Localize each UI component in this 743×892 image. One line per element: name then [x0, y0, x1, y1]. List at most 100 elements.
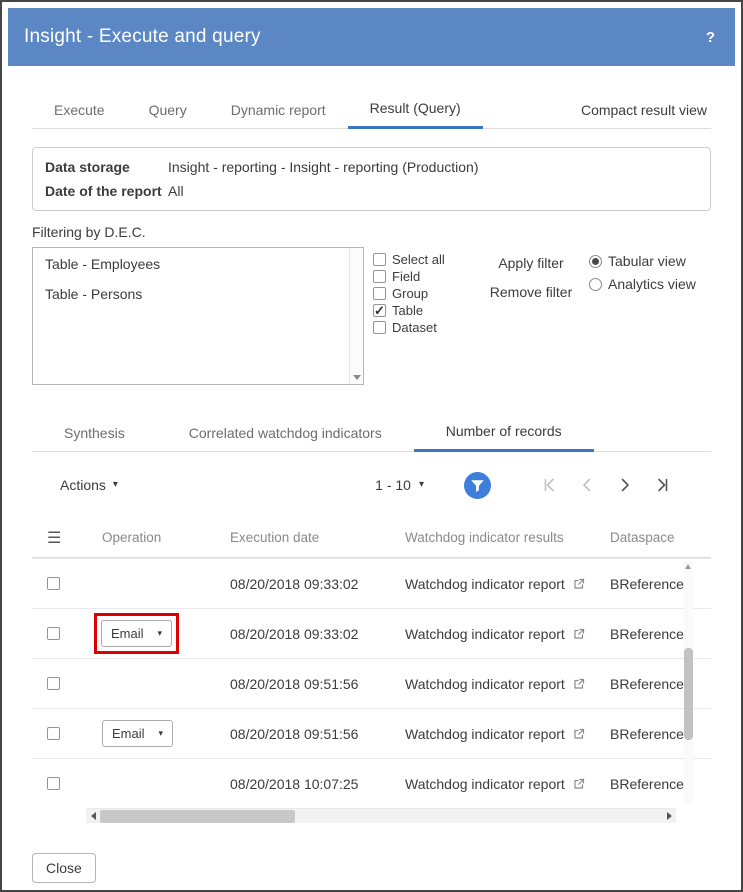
table-checkbox[interactable] — [373, 304, 386, 317]
table-row: Email ▾ 08/20/2018 09:33:02 Watchdog ind… — [32, 608, 711, 658]
dialog-title: Insight - Execute and query — [24, 26, 261, 48]
tab-query[interactable]: Query — [127, 94, 209, 128]
caret-down-icon: ▾ — [419, 480, 424, 490]
close-button[interactable]: Close — [32, 853, 96, 883]
tab-synthesis[interactable]: Synthesis — [32, 417, 157, 451]
last-page-button[interactable] — [655, 477, 671, 493]
table-row: 08/20/2018 09:51:56 Watchdog indicator r… — [32, 658, 711, 708]
checkbox-label: Field — [392, 268, 420, 285]
tab-number-of-records[interactable]: Number of records — [414, 415, 594, 452]
watchdog-report-link[interactable]: Watchdog indicator report — [405, 626, 565, 642]
next-page-button[interactable] — [617, 477, 633, 493]
scroll-up-icon[interactable] — [685, 564, 691, 569]
checkbox-dataset[interactable]: Dataset — [373, 319, 473, 336]
checkbox-field[interactable]: Field — [373, 268, 473, 285]
tabular-view-radio[interactable] — [589, 255, 602, 268]
previous-page-button[interactable] — [579, 477, 595, 493]
filter-type-checkboxes: Select all Field Group Table Dataset — [373, 247, 473, 385]
row-checkbox[interactable] — [47, 727, 60, 740]
column-header-results[interactable]: Watchdog indicator results — [397, 530, 602, 545]
horizontal-scrollbar[interactable] — [86, 808, 676, 823]
table-row: Email ▾ 08/20/2018 09:51:56 Watchdog ind… — [32, 708, 711, 758]
external-link-icon[interactable] — [573, 578, 585, 590]
table-header-row: ☰ Operation Execution date Watchdog indi… — [32, 518, 711, 558]
apply-filter-button[interactable]: Apply filter — [481, 255, 581, 271]
dataspace-cell: BReference — [602, 626, 711, 642]
tab-dynamic-report[interactable]: Dynamic report — [209, 94, 348, 128]
column-header-operation[interactable]: Operation — [90, 530, 222, 545]
execution-date-cell: 08/20/2018 09:51:56 — [222, 676, 397, 692]
row-checkbox[interactable] — [47, 627, 60, 640]
external-link-icon[interactable] — [573, 728, 585, 740]
scroll-left-button[interactable] — [86, 809, 100, 824]
vertical-scrollbar[interactable] — [684, 562, 693, 805]
select-all-checkbox[interactable] — [373, 253, 386, 266]
dataspace-cell: BReference — [602, 776, 711, 792]
checkbox-table[interactable]: Table — [373, 302, 473, 319]
group-checkbox[interactable] — [373, 287, 386, 300]
analytics-view-radio[interactable] — [589, 278, 602, 291]
column-header-execution-date[interactable]: Execution date — [222, 530, 397, 545]
dataspace-cell: BReference — [602, 676, 711, 692]
watchdog-report-link[interactable]: Watchdog indicator report — [405, 576, 565, 592]
tab-execute[interactable]: Execute — [32, 94, 127, 128]
dec-listbox[interactable]: Table - Employees Table - Persons — [32, 247, 364, 385]
listbox-scrollbar[interactable] — [349, 248, 363, 384]
row-checkbox[interactable] — [47, 577, 60, 590]
scroll-right-button[interactable] — [662, 809, 676, 824]
remove-filter-button[interactable]: Remove filter — [481, 284, 581, 300]
checkbox-group[interactable]: Group — [373, 285, 473, 302]
help-icon[interactable]: ? — [702, 29, 719, 46]
scroll-down-icon[interactable] — [353, 375, 361, 380]
checkbox-label: Dataset — [392, 319, 437, 336]
dataspace-cell: BReference — [602, 726, 711, 742]
table-row: 08/20/2018 10:07:25 Watchdog indicator r… — [32, 758, 711, 808]
operation-select[interactable]: Email ▾ — [102, 720, 173, 747]
tab-correlated-watchdog-indicators[interactable]: Correlated watchdog indicators — [157, 417, 414, 451]
annotation-highlight-box: Email ▾ — [94, 613, 179, 654]
vertical-scrollbar-thumb[interactable] — [684, 648, 693, 740]
pagination-range-dropdown[interactable]: 1 - 10 ▾ — [375, 477, 424, 493]
filtering-section-label: Filtering by D.E.C. — [32, 224, 711, 240]
watchdog-report-link[interactable]: Watchdog indicator report — [405, 726, 565, 742]
horizontal-scrollbar-track[interactable] — [100, 809, 662, 823]
execution-date-cell: 08/20/2018 09:33:02 — [222, 626, 397, 642]
external-link-icon[interactable] — [573, 628, 585, 640]
radio-label: Analytics view — [608, 276, 696, 292]
report-date-label: Date of the report — [45, 179, 168, 203]
first-page-button[interactable] — [541, 477, 557, 493]
listbox-item-employees[interactable]: Table - Employees — [33, 248, 363, 278]
radio-tabular-view[interactable]: Tabular view — [589, 253, 696, 269]
column-menu-icon[interactable]: ☰ — [47, 528, 61, 548]
row-checkbox[interactable] — [47, 777, 60, 790]
first-page-icon — [541, 477, 557, 493]
actions-dropdown[interactable]: Actions ▾ — [60, 477, 118, 493]
row-checkbox[interactable] — [47, 677, 60, 690]
listbox-item-persons[interactable]: Table - Persons — [33, 278, 363, 308]
checkbox-select-all[interactable]: Select all — [373, 251, 473, 268]
checkbox-label: Group — [392, 285, 428, 302]
records-table: ☰ Operation Execution date Watchdog indi… — [32, 518, 711, 823]
dataset-checkbox[interactable] — [373, 321, 386, 334]
radio-analytics-view[interactable]: Analytics view — [589, 276, 696, 292]
field-checkbox[interactable] — [373, 270, 386, 283]
operation-select-value: Email — [112, 726, 145, 741]
report-info-box: Data storage Insight - reporting - Insig… — [32, 147, 711, 211]
tab-result-query[interactable]: Result (Query) — [348, 92, 483, 129]
horizontal-scrollbar-thumb[interactable] — [100, 810, 295, 823]
dialog-frame: Insight - Execute and query ? Execute Qu… — [0, 0, 743, 892]
checkbox-label: Select all — [392, 251, 445, 268]
dialog-content: Execute Query Dynamic report Result (Que… — [8, 92, 735, 823]
operation-select[interactable]: Email ▾ — [101, 620, 172, 647]
external-link-icon[interactable] — [573, 678, 585, 690]
caret-down-icon: ▾ — [158, 629, 163, 638]
filter-button[interactable] — [464, 472, 491, 499]
watchdog-report-link[interactable]: Watchdog indicator report — [405, 776, 565, 792]
external-link-icon[interactable] — [573, 778, 585, 790]
watchdog-report-link[interactable]: Watchdog indicator report — [405, 676, 565, 692]
column-header-dataspace[interactable]: Dataspace — [602, 530, 711, 545]
table-row: 08/20/2018 09:33:02 Watchdog indicator r… — [32, 558, 711, 608]
compact-result-view-link[interactable]: Compact result view — [577, 94, 711, 128]
result-tabs: Synthesis Correlated watchdog indicators… — [32, 415, 711, 452]
checkbox-label: Table — [392, 302, 423, 319]
